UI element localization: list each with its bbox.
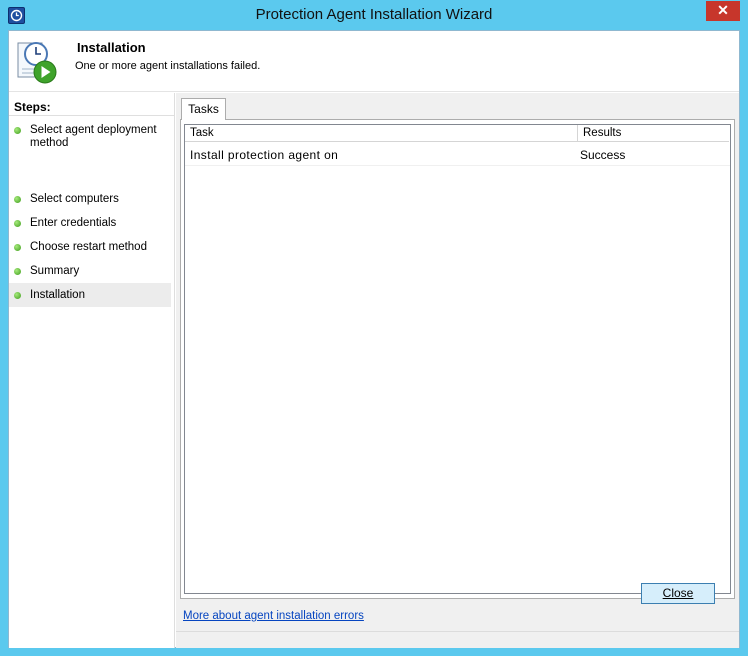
column-header-task[interactable]: Task (185, 125, 578, 142)
task-cell: Install protection agent on (190, 148, 339, 162)
step-select-computers[interactable]: Select computers (9, 193, 171, 207)
step-installation[interactable]: Installation (9, 283, 171, 307)
title-bar[interactable]: Protection Agent Installation Wizard ✕ (0, 0, 748, 30)
page-title: Installation (77, 40, 146, 55)
footer-divider (176, 631, 739, 632)
step-label: Installation (30, 289, 85, 301)
steps-divider (9, 115, 174, 116)
close-button[interactable]: Close (641, 583, 715, 604)
installation-errors-link[interactable]: More about agent installation errors (183, 610, 364, 622)
step-label: Choose restart method (30, 241, 147, 253)
tab-tasks[interactable]: Tasks (181, 98, 226, 120)
clock-play-icon (17, 39, 59, 88)
step-complete-icon (14, 196, 21, 203)
step-label: Enter credentials (30, 217, 117, 229)
window-close-button[interactable]: ✕ (706, 1, 740, 21)
step-choose-restart-method[interactable]: Choose restart method (9, 241, 171, 255)
step-complete-icon (14, 244, 21, 251)
step-select-deployment-method[interactable]: Select agent deployment method (9, 124, 171, 152)
page-subtitle: One or more agent installations failed. (75, 60, 261, 72)
step-complete-icon (14, 127, 21, 134)
step-label: Select agent deployment method (30, 124, 157, 149)
tasks-list[interactable]: Task Results Install protection agent on… (184, 124, 731, 594)
window-title: Protection Agent Installation Wizard (255, 6, 493, 23)
wizard-header: Installation One or more agent installat… (9, 31, 739, 92)
tasks-tab-panel: Task Results Install protection agent on… (180, 119, 735, 599)
result-cell: Success (580, 148, 626, 162)
column-header-results[interactable]: Results (578, 125, 729, 142)
step-summary[interactable]: Summary (9, 265, 171, 279)
wizard-client-area: Installation One or more agent installat… (8, 30, 740, 648)
step-enter-credentials[interactable]: Enter credentials (9, 217, 171, 231)
steps-sidebar: Steps: Select agent deployment method Se… (9, 93, 175, 648)
step-label: Select computers (30, 193, 119, 205)
step-label: Summary (30, 265, 80, 277)
close-icon: ✕ (717, 2, 729, 18)
steps-heading: Steps: (14, 100, 51, 114)
main-content: Tasks Task Results Install protection ag… (176, 93, 739, 648)
step-complete-icon (14, 220, 21, 227)
wizard-window: Protection Agent Installation Wizard ✕ I… (0, 0, 748, 656)
step-complete-icon (14, 292, 21, 299)
step-complete-icon (14, 268, 21, 275)
table-row[interactable]: Install protection agent on Success (185, 145, 730, 166)
